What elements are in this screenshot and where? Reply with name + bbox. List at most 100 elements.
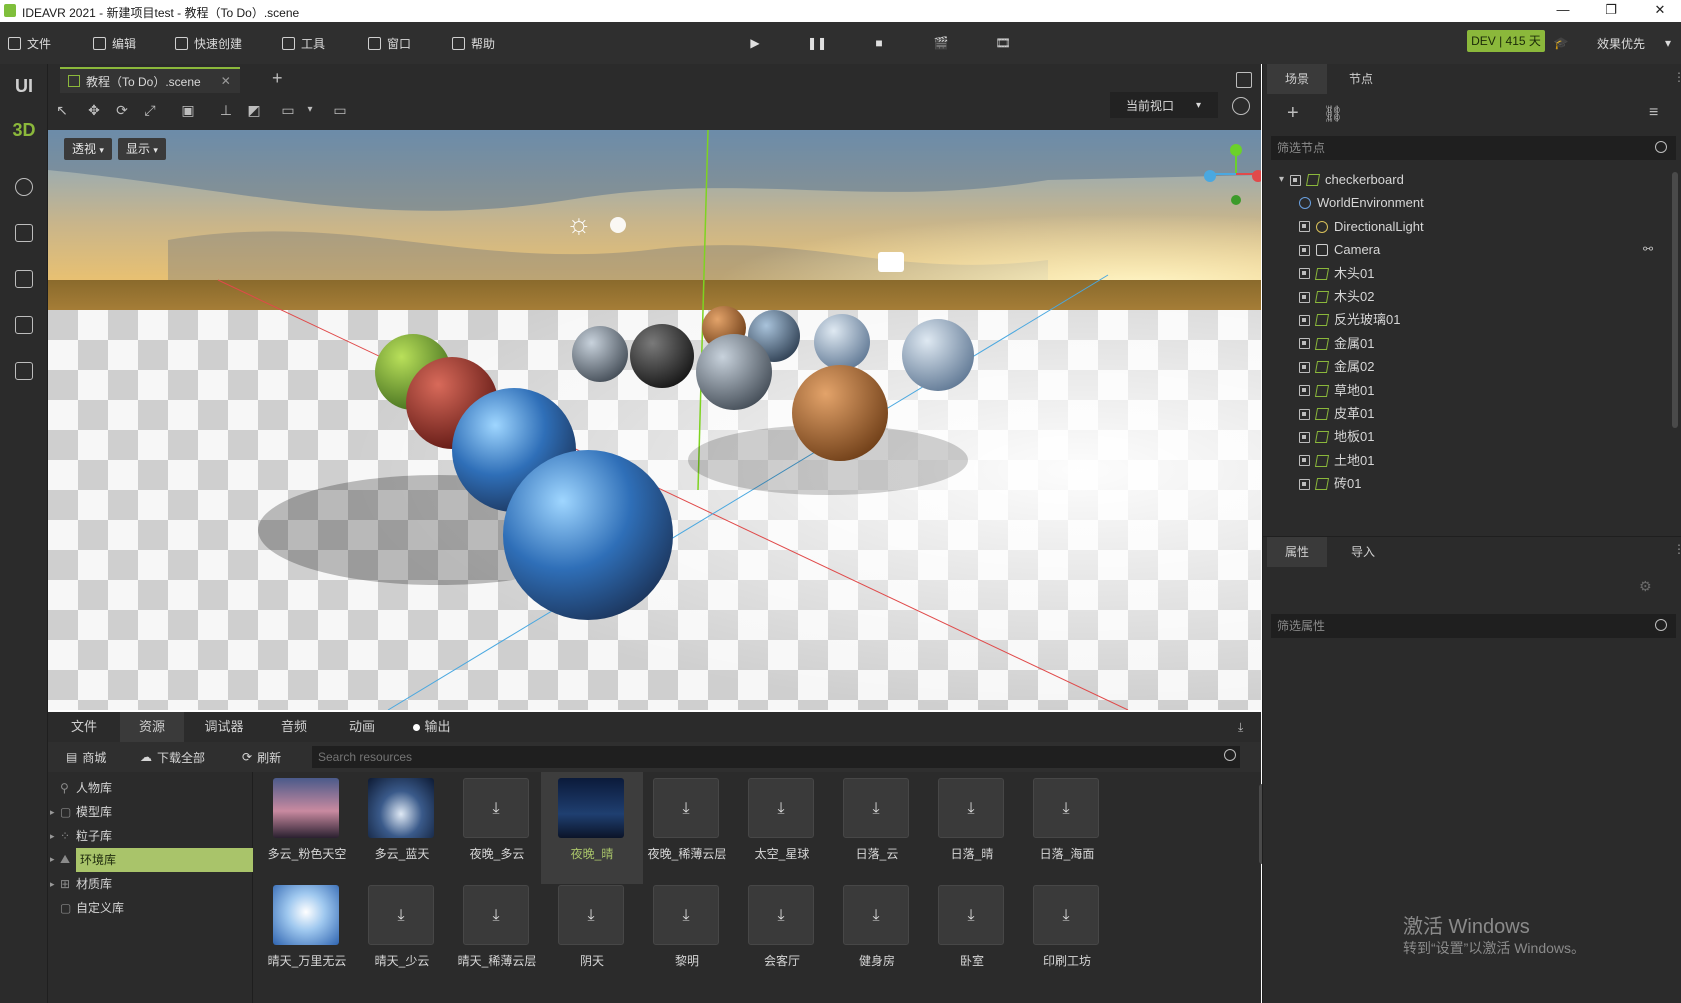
library-item-environment[interactable]: 环境库: [76, 848, 253, 872]
search-resources-input[interactable]: [312, 746, 1240, 768]
tab-output[interactable]: 输出: [396, 712, 468, 742]
display-button[interactable]: 显示 ▾: [118, 138, 166, 160]
viewport-select[interactable]: 当前视口 ▾: [1110, 92, 1218, 118]
ruler-icon[interactable]: ▭: [280, 102, 296, 118]
visibility-toggle-icon[interactable]: [1299, 338, 1310, 350]
scene-node[interactable]: 皮革01: [1299, 402, 1374, 426]
menu-tools[interactable]: 工具: [282, 34, 325, 52]
library-item-models[interactable]: ▸ ▢ 模型库: [48, 800, 253, 824]
visibility-toggle-icon[interactable]: [1299, 385, 1310, 397]
sliders-icon[interactable]: ⚙: [1639, 578, 1652, 595]
pause-button[interactable]: ❚❚: [807, 34, 827, 52]
resource-item[interactable]: ⤓ 日落_海面: [1016, 772, 1118, 884]
scene-node[interactable]: 木头01: [1299, 262, 1374, 286]
minimize-button[interactable]: —: [1553, 2, 1573, 20]
scene-node[interactable]: 反光玻璃01: [1299, 308, 1400, 332]
export-icon[interactable]: [15, 316, 33, 334]
perspective-button[interactable]: 透视 ▾: [64, 138, 112, 160]
tree-scrollbar[interactable]: [1672, 172, 1678, 428]
play-custom-scene-button[interactable]: 🎞: [994, 34, 1012, 52]
tab-scene-tree[interactable]: 场景: [1267, 64, 1327, 94]
tab-resources[interactable]: 资源: [120, 712, 184, 742]
tab-scene[interactable]: 教程（To Do）.scene ✕: [60, 67, 240, 93]
resource-item[interactable]: ⤓ 日落_云: [826, 772, 928, 884]
library-item-people[interactable]: ⚲ 人物库: [48, 776, 253, 800]
3d-mode-button[interactable]: 3D: [0, 120, 48, 141]
tab-animation[interactable]: 动画: [330, 712, 394, 742]
resource-item[interactable]: ⤓ 健身房: [826, 879, 928, 991]
resource-item[interactable]: ⤓ 会客厅: [731, 879, 833, 991]
chevron-right-icon[interactable]: ▸: [50, 854, 55, 865]
scene-node[interactable]: 地板01: [1299, 425, 1374, 449]
tab-properties[interactable]: 属性: [1267, 537, 1327, 567]
search-icon[interactable]: [1655, 141, 1667, 153]
menu-help[interactable]: 帮助: [452, 34, 495, 52]
store-button[interactable]: ▤ 商城: [66, 748, 106, 766]
visibility-toggle-icon[interactable]: [1299, 221, 1310, 233]
menu-quick-create[interactable]: 快速创建: [175, 34, 242, 52]
import-icon[interactable]: [15, 362, 33, 380]
dock-download-icon[interactable]: ⤓: [1238, 720, 1243, 735]
scene-node[interactable]: 木头02: [1299, 285, 1374, 309]
visibility-toggle-icon[interactable]: [1299, 455, 1310, 467]
resource-item[interactable]: ⤓ 阴天: [541, 879, 643, 991]
close-tab-icon[interactable]: ✕: [221, 74, 231, 88]
ui-mode-button[interactable]: UI: [0, 76, 48, 97]
render-priority-select[interactable]: 效果优先 ▾: [1597, 34, 1671, 52]
resource-item[interactable]: ⤓ 夜晚_多云: [446, 772, 548, 884]
resource-item[interactable]: 多云_粉色天空: [256, 772, 358, 884]
play-scene-button[interactable]: 🎬: [932, 34, 950, 52]
play-button[interactable]: ▶: [746, 34, 764, 52]
scene-node[interactable]: 砖01: [1299, 472, 1361, 496]
resource-item[interactable]: ⤓ 日落_晴: [921, 772, 1023, 884]
scene-node[interactable]: Camera: [1299, 238, 1380, 262]
tab-files[interactable]: 文件: [52, 712, 116, 742]
visibility-toggle-icon[interactable]: [1299, 268, 1310, 280]
gear-icon[interactable]: [1232, 97, 1250, 115]
settings-panel-icon[interactable]: [15, 270, 33, 288]
scene-node[interactable]: 土地01: [1299, 449, 1374, 473]
search-icon[interactable]: [1224, 749, 1236, 761]
scene-node[interactable]: DirectionalLight: [1299, 215, 1424, 239]
scene-node[interactable]: 金属02: [1299, 355, 1374, 379]
library-item-materials[interactable]: ▸ ⊞ 材质库: [48, 872, 253, 896]
tab-audio[interactable]: 音频: [262, 712, 326, 742]
resource-item[interactable]: 多云_蓝天: [351, 772, 453, 884]
download-all-button[interactable]: ☁ 下载全部: [140, 748, 205, 766]
resource-item[interactable]: ⤓ 黎明: [636, 879, 738, 991]
path-icon[interactable]: [15, 178, 33, 196]
scene-node[interactable]: ▾ checkerboard: [1279, 168, 1404, 192]
select-tool-icon[interactable]: ↖: [54, 102, 70, 118]
tab-debugger[interactable]: 调试器: [188, 712, 260, 742]
camera-gizmo-icon[interactable]: [878, 252, 904, 272]
camera-script-icon[interactable]: ⚯: [1643, 242, 1653, 256]
more-options-icon[interactable]: ⋮: [1673, 70, 1681, 84]
menu-window[interactable]: 窗口: [368, 34, 411, 52]
resource-item[interactable]: 夜晚_晴: [541, 772, 643, 884]
visibility-toggle-icon[interactable]: [1299, 361, 1310, 373]
resource-item[interactable]: 晴天_万里无云: [256, 879, 358, 991]
close-button[interactable]: ✕: [1650, 2, 1670, 20]
3d-viewport[interactable]: 透视 ▾ 显示 ▾ ☼: [48, 130, 1261, 710]
snap-icon[interactable]: ◩: [246, 102, 262, 118]
resource-item[interactable]: ⤓ 晴天_稀薄云层: [446, 879, 548, 991]
chevron-down-icon[interactable]: ▾: [302, 102, 318, 118]
list-menu-icon[interactable]: ≡: [1649, 104, 1658, 122]
scene-node[interactable]: 草地01: [1299, 379, 1374, 403]
stop-button[interactable]: ■: [870, 34, 888, 52]
library-item-custom[interactable]: ▢ 自定义库: [48, 896, 253, 920]
resource-item[interactable]: ⤓ 晴天_少云: [351, 879, 453, 991]
resource-item[interactable]: ⤓ 卧室: [921, 879, 1023, 991]
tab-nodes[interactable]: 节点: [1331, 64, 1391, 94]
resource-item[interactable]: ⤓ 印刷工坊: [1016, 879, 1118, 991]
resource-item[interactable]: ⤓ 太空_星球: [731, 772, 833, 884]
add-node-icon[interactable]: +: [1287, 102, 1299, 125]
visibility-toggle-icon[interactable]: [1299, 431, 1310, 443]
visibility-toggle-icon[interactable]: [1299, 291, 1310, 303]
store-icon[interactable]: [15, 224, 33, 242]
visibility-toggle-icon[interactable]: [1299, 314, 1310, 326]
resource-item[interactable]: ⤓ 夜晚_稀薄云层: [636, 772, 738, 884]
sun-icon[interactable]: ☼: [566, 208, 592, 240]
visibility-toggle-icon[interactable]: [1290, 174, 1302, 186]
camera-preview-icon[interactable]: ▭: [332, 102, 348, 118]
